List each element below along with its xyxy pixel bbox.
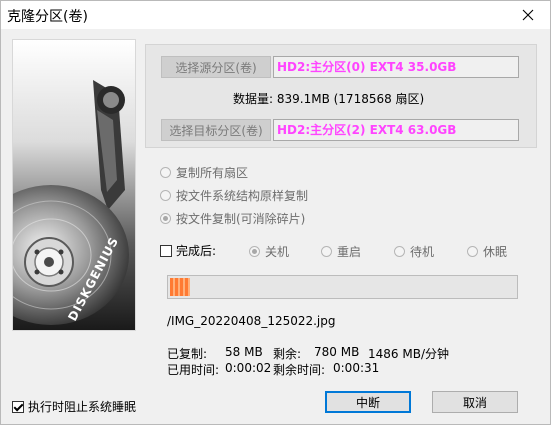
after-option-shutdown[interactable]: 关机 bbox=[249, 243, 289, 260]
diskgenius-artwork: DISKGENIUS bbox=[12, 39, 136, 331]
checkbox[interactable] bbox=[12, 400, 24, 413]
cancel-button[interactable]: 取消 bbox=[432, 391, 518, 413]
copied-value: 58 MB bbox=[225, 345, 263, 359]
after-option-standby[interactable]: 待机 bbox=[394, 243, 434, 260]
data-amount-label: 数据量: 839.1MB (1718568 扇区) bbox=[233, 92, 425, 106]
radio-button[interactable] bbox=[160, 166, 171, 178]
close-button[interactable] bbox=[506, 1, 550, 29]
clone-progress-bar bbox=[167, 275, 518, 299]
radio-button[interactable] bbox=[321, 246, 332, 257]
hard-disk-icon: DISKGENIUS bbox=[13, 40, 135, 330]
radio-label: 按文件复制(可消除碎片) bbox=[176, 211, 306, 226]
radio-label: 休眠 bbox=[483, 245, 508, 259]
copy-mode-filesystem-structure[interactable]: 按文件系统结构原样复制 bbox=[160, 187, 308, 203]
progress-fill bbox=[170, 278, 190, 296]
current-file-path: /IMG_20220408_125022.jpg bbox=[167, 314, 336, 328]
copied-label: 已复制: bbox=[167, 347, 208, 361]
interrupt-button[interactable]: 中断 bbox=[325, 391, 411, 413]
clone-partition-dialog: 克隆分区(卷) DISKGENIUS 选择源分区(卷) HD2:主分区(0) E… bbox=[0, 0, 551, 425]
elapsed-time-label: 已用时间: bbox=[167, 363, 220, 377]
copy-mode-all-sectors[interactable]: 复制所有扇区 bbox=[160, 164, 248, 180]
after-completion-checkbox[interactable]: 完成后: bbox=[160, 242, 216, 259]
select-target-partition-button[interactable]: 选择目标分区(卷) bbox=[161, 119, 271, 141]
copy-mode-by-file[interactable]: 按文件复制(可消除碎片) bbox=[160, 210, 305, 226]
radio-label: 待机 bbox=[410, 245, 435, 259]
radio-button[interactable] bbox=[249, 246, 260, 257]
radio-button[interactable] bbox=[394, 246, 405, 257]
elapsed-time-value: 0:00:02 bbox=[225, 361, 272, 375]
prevent-sleep-checkbox[interactable]: 执行时阻止系统睡眠 bbox=[12, 398, 136, 415]
select-source-partition-button[interactable]: 选择源分区(卷) bbox=[161, 56, 271, 78]
radio-label: 关机 bbox=[265, 245, 290, 259]
radio-label: 重启 bbox=[337, 245, 362, 259]
prevent-sleep-label: 执行时阻止系统睡眠 bbox=[28, 400, 137, 414]
radio-label: 按文件系统结构原样复制 bbox=[176, 188, 309, 203]
after-option-hibernate[interactable]: 休眠 bbox=[467, 243, 507, 260]
time-left-value: 0:00:31 bbox=[333, 361, 380, 375]
close-icon bbox=[522, 9, 534, 21]
target-partition-display: HD2:主分区(2) EXT4 63.0GB bbox=[273, 119, 519, 141]
radio-button[interactable] bbox=[467, 246, 478, 257]
title-bar: 克隆分区(卷) bbox=[1, 1, 550, 29]
remaining-label: 剩余: bbox=[273, 347, 302, 361]
source-partition-display: HD2:主分区(0) EXT4 35.0GB bbox=[273, 56, 519, 78]
radio-label: 复制所有扇区 bbox=[176, 165, 249, 180]
window-title: 克隆分区(卷) bbox=[7, 9, 88, 25]
after-completion-label: 完成后: bbox=[176, 244, 217, 258]
remaining-value: 780 MB bbox=[314, 345, 360, 359]
copy-speed: 1486 MB/分钟 bbox=[368, 347, 449, 361]
after-option-restart[interactable]: 重启 bbox=[321, 243, 361, 260]
radio-button[interactable] bbox=[160, 212, 171, 224]
time-left-label: 剩余时间: bbox=[273, 363, 326, 377]
radio-button[interactable] bbox=[160, 189, 171, 201]
checkbox[interactable] bbox=[160, 244, 172, 257]
